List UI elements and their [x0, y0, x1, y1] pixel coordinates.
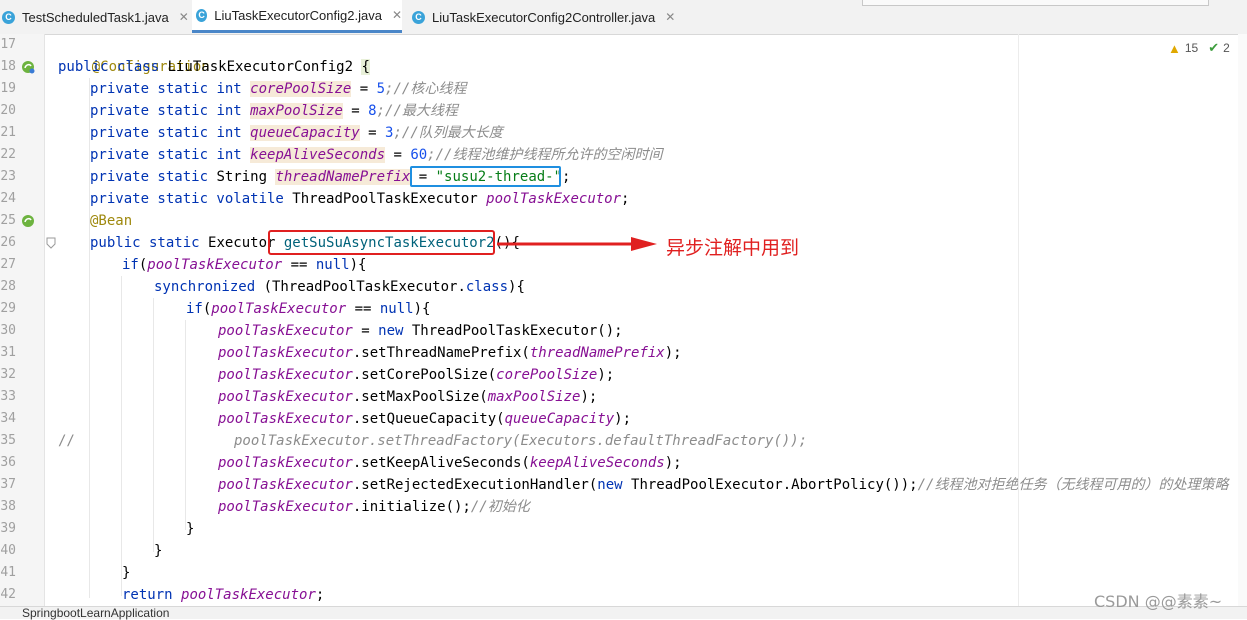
code-line-20: private static int maxPoolSize = 8;//最大线…: [90, 103, 458, 119]
code-line-40: }: [154, 543, 163, 559]
code-line-24: private static volatile ThreadPoolTaskEx…: [90, 191, 630, 207]
line-number-gutter: 17 18 19 20 21 22 23 24 25 26 27 28 29 3…: [0, 34, 56, 618]
line-number: 35: [0, 433, 16, 448]
line-number: 40: [0, 543, 16, 558]
tab-liu-task-executor-config2[interactable]: C LiuTaskExecutorConfig2.java ✕: [192, 0, 402, 33]
close-icon[interactable]: ✕: [392, 8, 402, 22]
check-icon: ✔: [1208, 40, 1220, 55]
line-number: 33: [0, 389, 16, 404]
tab-label: LiuTaskExecutorConfig2.java: [214, 7, 382, 23]
annotation-label: 异步注解中用到: [666, 237, 800, 259]
tab-label: TestScheduledTask1.java: [22, 9, 169, 25]
code-line-35: //: [58, 433, 75, 449]
code-line-37: poolTaskExecutor.setRejectedExecutionHan…: [218, 477, 1229, 493]
code-line-29: if(poolTaskExecutor == null){: [186, 301, 431, 317]
java-class-icon: C: [196, 8, 208, 22]
line-number: 20: [0, 103, 16, 118]
line-number: 29: [0, 301, 16, 316]
java-class-icon: C: [412, 10, 425, 24]
tab-test-scheduled-task[interactable]: C TestScheduledTask1.java ✕: [2, 0, 189, 34]
java-class-icon: C: [2, 10, 15, 24]
line-number: 23: [0, 169, 16, 184]
line-number: 37: [0, 477, 16, 492]
close-icon[interactable]: ✕: [665, 10, 675, 24]
warning-icon: ▲: [1168, 40, 1181, 56]
method-highlight-box: [268, 230, 495, 255]
spring-bean-icon[interactable]: [20, 213, 36, 229]
code-line-21: private static int queueCapacity = 3;//队…: [90, 125, 503, 141]
code-line-34: poolTaskExecutor.setQueueCapacity(queueC…: [218, 411, 632, 427]
line-number: 38: [0, 499, 16, 514]
line-number: 32: [0, 367, 16, 382]
code-line-28: synchronized (ThreadPoolTaskExecutor.cla…: [154, 279, 525, 295]
line-number: 19: [0, 81, 16, 96]
line-number: 25: [0, 213, 16, 228]
string-highlight-box: [410, 166, 561, 187]
inspections-widget[interactable]: ▲ 15 ✔ 2 ⌃: [1168, 40, 1247, 56]
line-number: 26: [0, 235, 16, 250]
line-number: 22: [0, 147, 16, 162]
line-number: 31: [0, 345, 16, 360]
indent-guide: [121, 276, 122, 596]
bottom-tool-bar: [0, 606, 1247, 619]
arrow-icon: [497, 237, 657, 251]
line-number: 18: [0, 59, 16, 74]
line-number: 41: [0, 565, 16, 580]
line-number: 39: [0, 521, 16, 536]
code-line-18: public class LiuTaskExecutorConfig2 {: [58, 59, 370, 75]
indent-guide: [185, 320, 186, 530]
line-number: 42: [0, 587, 16, 602]
right-margin-guide: [1018, 34, 1019, 618]
code-line-33: poolTaskExecutor.setMaxPoolSize(maxPoolS…: [218, 389, 598, 405]
line-number: 17: [0, 37, 16, 52]
tab-label: LiuTaskExecutorConfig2Controller.java: [432, 9, 656, 25]
line-number: 36: [0, 455, 16, 470]
indent-guide: [153, 298, 154, 552]
line-number: 27: [0, 257, 16, 272]
code-line-39: }: [186, 521, 195, 537]
spring-bean-icon[interactable]: [20, 59, 36, 75]
code-line-19: private static int corePoolSize = 5;//核心…: [90, 81, 467, 97]
line-number: 28: [0, 279, 16, 294]
warning-count: 15: [1184, 41, 1199, 55]
toolbar-fragment: [862, 0, 1209, 6]
code-line-38: poolTaskExecutor.initialize();//初始化: [218, 499, 530, 515]
code-line-35-comment: poolTaskExecutor.setThreadFactory(Execut…: [234, 433, 808, 449]
code-line-30: poolTaskExecutor = new ThreadPoolTaskExe…: [218, 323, 623, 339]
line-number: 30: [0, 323, 16, 338]
code-line-17: @Configuration: [91, 59, 210, 75]
code-line-31: poolTaskExecutor.setThreadNamePrefix(thr…: [218, 345, 682, 361]
code-line-25: @Bean: [90, 213, 133, 229]
line-number: 24: [0, 191, 16, 206]
code-line-36: poolTaskExecutor.setKeepAliveSeconds(kee…: [218, 455, 682, 471]
close-icon[interactable]: ✕: [179, 10, 189, 24]
code-line-42: return poolTaskExecutor;: [122, 587, 325, 603]
code-line-22: private static int keepAliveSeconds = 60…: [90, 147, 663, 163]
code-line-41: }: [122, 565, 131, 581]
line-number: 21: [0, 125, 16, 140]
watermark: CSDN @@素素~: [1094, 592, 1223, 611]
vertical-scrollbar[interactable]: [1238, 34, 1247, 606]
ok-count: 2: [1223, 41, 1230, 55]
line-number: 34: [0, 411, 16, 426]
code-line-27: if(poolTaskExecutor == null){: [122, 257, 367, 273]
tab-liu-task-executor-config2-controller[interactable]: C LiuTaskExecutorConfig2Controller.java …: [408, 0, 682, 34]
code-editor[interactable]: @Configuration public class LiuTaskExecu…: [45, 34, 1247, 618]
code-line-32: poolTaskExecutor.setCorePoolSize(corePoo…: [218, 367, 615, 383]
